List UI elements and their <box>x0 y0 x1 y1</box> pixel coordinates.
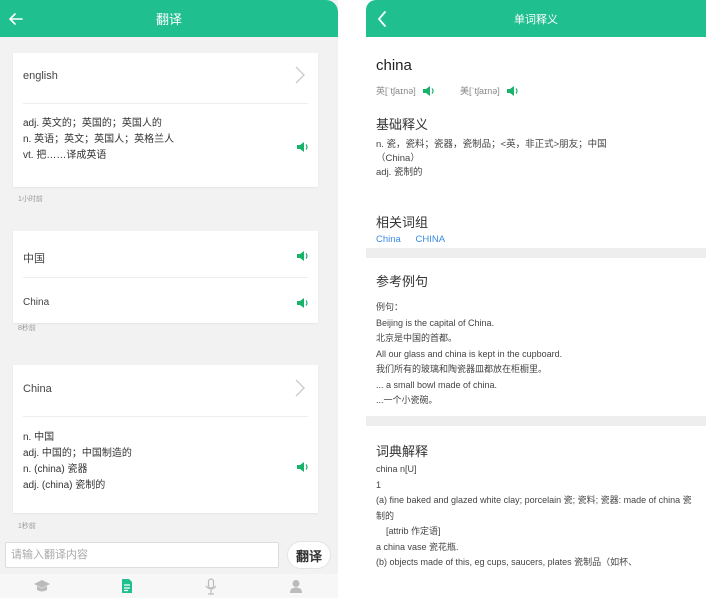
speaker-icon[interactable] <box>296 461 310 473</box>
document-icon[interactable] <box>107 576 147 596</box>
phrase-links: China CHINA <box>376 233 696 247</box>
translation-line: n. (china) 瓷器 <box>23 464 88 475</box>
translation-line: adj. 英文的；英国的；英国人的 <box>23 118 162 129</box>
phonetic-uk: 英[ˈtʃaɪnə] <box>376 84 436 97</box>
speaker-icon[interactable] <box>296 297 310 309</box>
timestamp: 8秒前 <box>18 325 36 332</box>
example-line: 例句： <box>376 302 404 312</box>
headword: china <box>376 57 412 74</box>
definition-line: n. 瓷，瓷料；瓷器，瓷制品；<英，非正式>朋友；中国 <box>376 139 607 150</box>
chevron-right-icon[interactable] <box>294 66 306 84</box>
dictionary-line: (a) fine baked and glazed white clay; po… <box>376 495 692 521</box>
result-text: China <box>23 297 50 308</box>
back-arrow-icon[interactable] <box>372 9 392 29</box>
bottom-nav <box>0 574 338 598</box>
word-detail-screen: 单词释义 china 英[ˈtʃaɪnə] 美[ˈtʃaɪnə] 基础释义 n.… <box>366 0 706 598</box>
section-title-dictionary: 词典解释 <box>376 444 429 459</box>
source-text: China <box>23 383 52 395</box>
example-line: 我们所有的玻璃和陶瓷器皿都放在柜橱里。 <box>376 364 548 374</box>
source-text: 中国 <box>23 253 45 265</box>
example-line: ...一个小瓷碗。 <box>376 395 438 405</box>
phrase-link[interactable]: China <box>376 234 401 245</box>
page-title: 单词释义 <box>514 13 558 26</box>
speaker-icon[interactable] <box>296 250 310 262</box>
translate-screen: 翻译 english adj. 英文的；英国的；英国人的 n. 英语；英文；英国… <box>0 0 338 598</box>
timestamp: 1小时前 <box>18 196 43 203</box>
translation-lines: adj. 英文的；英国的；英国人的 n. 英语；英文；英国人；英格兰人 vt. … <box>23 116 278 164</box>
history-card[interactable]: english adj. 英文的；英国的；英国人的 n. 英语；英文；英国人；英… <box>13 53 318 187</box>
speaker-icon[interactable] <box>296 141 310 153</box>
phrase-link[interactable]: CHINA <box>415 234 445 245</box>
section-title-phrases: 相关词组 <box>376 215 429 230</box>
dictionary-line: 1 <box>376 479 382 490</box>
dictionary-line: a china vase 瓷花瓶. <box>376 541 459 552</box>
example-sentences: 例句： Beijing is the capital of China. 北京是… <box>376 300 696 409</box>
translation-line: adj. 中国的；中国制造的 <box>23 448 132 459</box>
basic-definitions: n. 瓷，瓷料；瓷器，瓷制品；<英，非正式>朋友；中国 （China） adj.… <box>376 138 696 180</box>
back-arrow-icon[interactable] <box>6 9 26 29</box>
microphone-icon[interactable] <box>191 576 231 596</box>
graduation-cap-icon[interactable] <box>22 576 62 596</box>
section-title-examples: 参考例句 <box>376 274 429 289</box>
speaker-icon[interactable] <box>422 85 436 97</box>
translation-lines: n. 中国 adj. 中国的；中国制造的 n. (china) 瓷器 adj. … <box>23 430 278 494</box>
speaker-icon[interactable] <box>506 85 520 97</box>
user-icon[interactable] <box>276 576 316 596</box>
input-bar: 翻译 <box>0 538 338 574</box>
history-card[interactable]: 中国 China <box>13 231 318 323</box>
dictionary-line: (b) objects made of this, eg cups, sauce… <box>376 557 638 567</box>
chevron-right-icon[interactable] <box>294 379 306 397</box>
translation-line: adj. (china) 瓷制的 <box>23 480 106 491</box>
history-card[interactable]: China n. 中国 adj. 中国的；中国制造的 n. (china) 瓷器… <box>13 365 318 513</box>
source-text: english <box>23 70 58 82</box>
top-bar: 翻译 <box>0 0 338 37</box>
divider <box>23 103 308 104</box>
example-line: Beijing is the capital of China. <box>376 317 495 328</box>
phonetic-us: 美[ˈtʃaɪnə] <box>460 84 520 97</box>
section-title-basic: 基础释义 <box>376 117 429 132</box>
dictionary-line: china n[U] <box>376 464 417 474</box>
translation-line: n. 中国 <box>23 432 55 443</box>
phonetic-uk-text: 英[ˈtʃaɪnə] <box>376 86 416 96</box>
section-divider <box>366 416 706 426</box>
dictionary-line: [attrib 作定语] <box>376 526 441 536</box>
divider <box>23 416 308 417</box>
section-divider <box>366 248 706 258</box>
definition-line: adj. 瓷制的 <box>376 167 423 178</box>
definition-line: （China） <box>376 153 420 164</box>
translation-line: n. 英语；英文；英国人；英格兰人 <box>23 134 175 145</box>
timestamp: 1秒前 <box>18 523 36 530</box>
phonetic-us-text: 美[ˈtʃaɪnə] <box>460 86 500 96</box>
example-line: All our glass and china is kept in the c… <box>376 348 563 359</box>
translate-button[interactable]: 翻译 <box>287 541 331 569</box>
top-bar: 单词释义 <box>366 0 706 37</box>
divider <box>23 277 308 278</box>
dictionary-entry: china n[U] 1 (a) fine baked and glazed w… <box>376 462 696 571</box>
page-title: 翻译 <box>155 12 182 27</box>
translate-input[interactable] <box>5 542 279 568</box>
example-line: 北京是中国的首都。 <box>376 333 458 343</box>
translation-line: vt. 把……译成英语 <box>23 150 107 161</box>
example-line: ... a small bowl made of china. <box>376 379 498 390</box>
